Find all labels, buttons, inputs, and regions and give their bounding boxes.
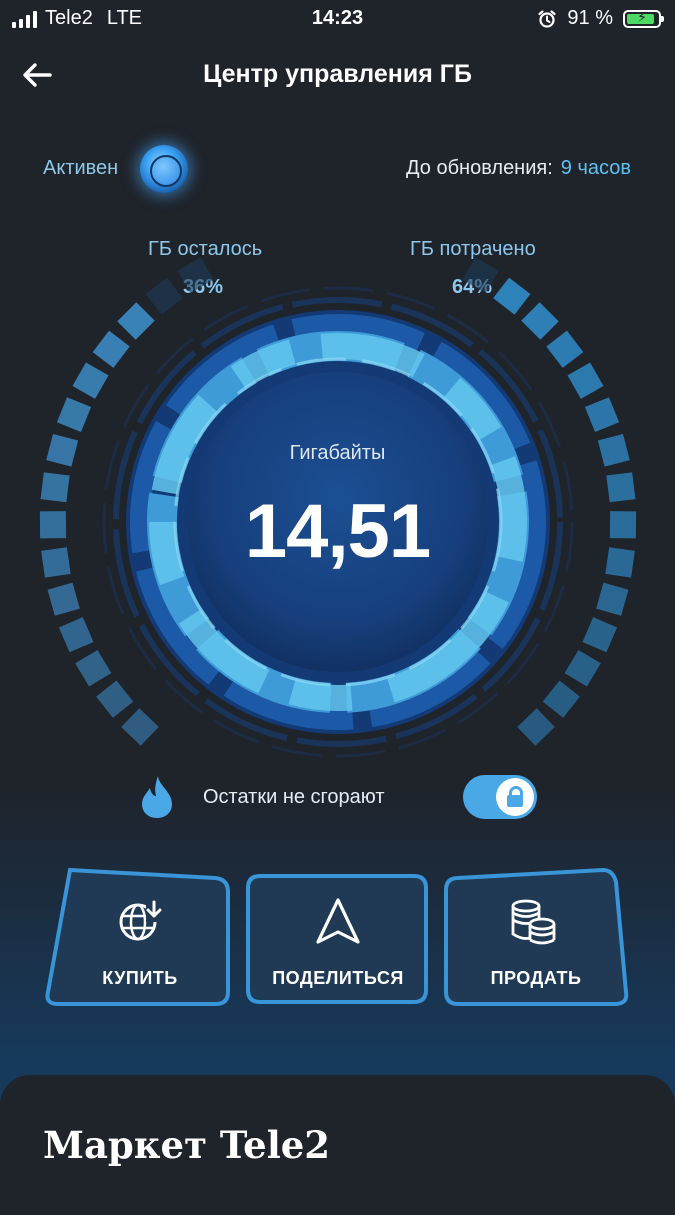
rollover-label: Остатки не сгорают <box>203 786 385 808</box>
buy-label: КУПИТЬ <box>102 968 178 988</box>
spent-scale-segment <box>596 582 629 616</box>
spent-scale-segment <box>517 708 555 746</box>
gb-spent-label: ГБ потрачено <box>410 238 536 260</box>
sell-button[interactable]: ПРОДАТЬ <box>456 864 616 994</box>
remaining-scale-segment <box>96 680 134 718</box>
share-button[interactable]: ПОДЕЛИТЬСЯ <box>258 864 418 994</box>
lock-icon <box>496 778 534 816</box>
market-section[interactable]: Маркет Tele2 <box>0 1075 675 1215</box>
gb-remaining-percent: 36% <box>183 276 224 298</box>
spent-scale-segment <box>493 277 531 315</box>
remaining-scale-segment <box>145 277 183 315</box>
buy-button[interactable]: КУПИТЬ <box>60 864 220 994</box>
spent-scale-segment <box>546 330 584 368</box>
spent-scale-segment <box>564 649 601 687</box>
battery-percent: 91 % <box>567 7 613 29</box>
update-label: До обновления: <box>406 157 553 179</box>
page-title: Центр управления ГБ <box>203 60 472 88</box>
spent-scale-segment <box>584 397 620 432</box>
globe-download-icon <box>119 900 162 941</box>
gigabytes-value: 14,51 <box>244 489 431 574</box>
sell-label: ПРОДАТЬ <box>490 968 582 988</box>
remaining-scale-segment <box>121 708 159 746</box>
status-bar: Tele2 LTE 14:23 91 % ⚡ <box>0 0 675 38</box>
share-label: ПОДЕЛИТЬСЯ <box>272 968 404 988</box>
market-title: Маркет Tele2 <box>43 1123 331 1167</box>
remaining-scale-segment <box>47 582 80 616</box>
data-gauge <box>39 257 637 758</box>
action-bar: КУПИТЬ ПОДЕЛИТЬСЯ ПРОДАТЬ <box>0 860 675 1020</box>
remaining-scale-segment <box>117 302 155 340</box>
remaining-scale-segment <box>75 649 112 687</box>
gb-spent-percent: 64% <box>452 276 493 298</box>
gb-remaining-label: ГБ осталось <box>148 238 263 260</box>
spent-scale-segment <box>567 362 604 399</box>
flame-icon <box>142 776 172 818</box>
remaining-scale-segment <box>72 362 109 399</box>
rollover-toggle[interactable] <box>463 775 537 819</box>
update-value: 9 часов <box>560 157 631 179</box>
battery-charging-icon: ⚡ <box>623 9 664 28</box>
remaining-scale-segment <box>56 397 92 432</box>
gigabytes-label: Гигабайты <box>289 442 386 464</box>
navigation-arrow-icon <box>316 898 360 944</box>
status-orb-icon <box>140 145 188 193</box>
coins-stack-icon <box>511 899 556 945</box>
status-right: 91 % ⚡ <box>537 7 664 30</box>
spent-scale-segment <box>582 617 618 653</box>
active-status-label: Активен <box>43 157 119 179</box>
spent-scale-segment <box>542 680 580 718</box>
spent-scale-segment <box>521 302 559 340</box>
update-countdown: До обновления: 9 часов <box>406 157 631 180</box>
remaining-scale-segment <box>58 617 94 653</box>
remaining-scale-segment <box>92 330 130 368</box>
alarm-clock-icon <box>538 9 557 28</box>
